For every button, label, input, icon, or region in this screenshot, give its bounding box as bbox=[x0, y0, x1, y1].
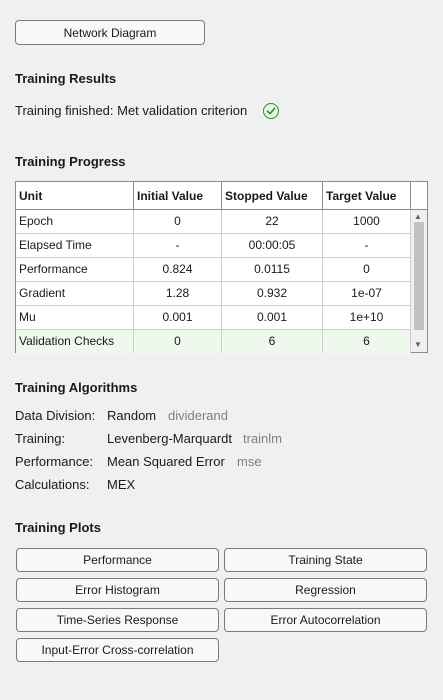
cell-target: 1e-07 bbox=[323, 282, 411, 305]
cell-initial: 1.28 bbox=[134, 282, 222, 305]
scroll-up-arrow-icon[interactable]: ▲ bbox=[414, 213, 422, 221]
cell-stopped: 22 bbox=[222, 210, 323, 233]
algorithm-value: Random bbox=[107, 408, 157, 423]
cell-initial: 0.824 bbox=[134, 258, 222, 281]
algorithm-label: Performance: bbox=[15, 454, 94, 469]
cell-stopped: 0.0115 bbox=[222, 258, 323, 281]
cell-unit: Performance bbox=[16, 258, 134, 281]
cell-stopped: 6 bbox=[222, 330, 323, 353]
cell-target: 6 bbox=[323, 330, 411, 353]
training-progress-heading: Training Progress bbox=[15, 154, 126, 169]
column-header-unit[interactable]: Unit bbox=[16, 182, 134, 209]
table-row[interactable]: Mu 0.001 0.001 1e+10 bbox=[16, 306, 411, 330]
table-row-highlighted[interactable]: Validation Checks 0 6 6 bbox=[16, 330, 411, 354]
algorithm-value: Mean Squared Error bbox=[107, 454, 225, 469]
error-autocorrelation-plot-button[interactable]: Error Autocorrelation bbox=[224, 608, 427, 632]
vertical-scrollbar[interactable]: ▲ ▼ bbox=[411, 210, 427, 352]
network-diagram-button[interactable]: Network Diagram bbox=[15, 20, 205, 45]
cell-initial: - bbox=[134, 234, 222, 257]
table-row[interactable]: Epoch 0 22 1000 bbox=[16, 210, 411, 234]
cell-unit: Elapsed Time bbox=[16, 234, 134, 257]
error-histogram-plot-button[interactable]: Error Histogram bbox=[16, 578, 219, 602]
check-circle-icon bbox=[263, 103, 279, 119]
training-plots-heading: Training Plots bbox=[15, 520, 101, 535]
cell-stopped: 00:00:05 bbox=[222, 234, 323, 257]
cell-target: 1000 bbox=[323, 210, 411, 233]
algorithm-function: dividerand bbox=[168, 408, 228, 423]
table-header: Unit Initial Value Stopped Value Target … bbox=[16, 182, 427, 210]
table-row[interactable]: Performance 0.824 0.0115 0 bbox=[16, 258, 411, 282]
scrollbar-thumb[interactable] bbox=[414, 222, 424, 330]
cell-initial: 0 bbox=[134, 210, 222, 233]
cell-target: 0 bbox=[323, 258, 411, 281]
column-header-stopped-value[interactable]: Stopped Value bbox=[222, 182, 323, 209]
algorithm-function: mse bbox=[237, 454, 262, 469]
algorithm-label: Data Division: bbox=[15, 408, 96, 423]
column-header-initial-value[interactable]: Initial Value bbox=[134, 182, 222, 209]
time-series-response-plot-button[interactable]: Time-Series Response bbox=[16, 608, 219, 632]
cell-unit: Mu bbox=[16, 306, 134, 329]
algorithm-value: Levenberg-Marquardt bbox=[107, 431, 233, 446]
cell-unit: Epoch bbox=[16, 210, 134, 233]
training-state-plot-button[interactable]: Training State bbox=[224, 548, 427, 572]
training-results-heading: Training Results bbox=[15, 71, 117, 86]
column-header-target-value[interactable]: Target Value bbox=[323, 182, 411, 209]
scroll-down-arrow-icon[interactable]: ▼ bbox=[414, 341, 422, 349]
training-status-text: Training finished: Met validation criter… bbox=[15, 103, 248, 118]
regression-plot-button[interactable]: Regression bbox=[224, 578, 427, 602]
cell-target: - bbox=[323, 234, 411, 257]
cell-initial: 0 bbox=[134, 330, 222, 353]
algorithm-label: Training: bbox=[15, 431, 66, 446]
cell-unit: Gradient bbox=[16, 282, 134, 305]
cell-initial: 0.001 bbox=[134, 306, 222, 329]
table-row[interactable]: Elapsed Time - 00:00:05 - bbox=[16, 234, 411, 258]
cell-stopped: 0.001 bbox=[222, 306, 323, 329]
table-row[interactable]: Gradient 1.28 0.932 1e-07 bbox=[16, 282, 411, 306]
cell-target: 1e+10 bbox=[323, 306, 411, 329]
cell-stopped: 0.932 bbox=[222, 282, 323, 305]
cell-unit: Validation Checks bbox=[16, 330, 134, 353]
input-error-cross-correlation-plot-button[interactable]: Input-Error Cross-correlation bbox=[16, 638, 219, 662]
performance-plot-button[interactable]: Performance bbox=[16, 548, 219, 572]
algorithm-label: Calculations: bbox=[15, 477, 90, 492]
algorithm-function: trainlm bbox=[243, 431, 283, 446]
algorithm-value: MEX bbox=[107, 477, 136, 492]
training-algorithms-heading: Training Algorithms bbox=[15, 380, 138, 395]
training-progress-table: Unit Initial Value Stopped Value Target … bbox=[15, 181, 428, 354]
